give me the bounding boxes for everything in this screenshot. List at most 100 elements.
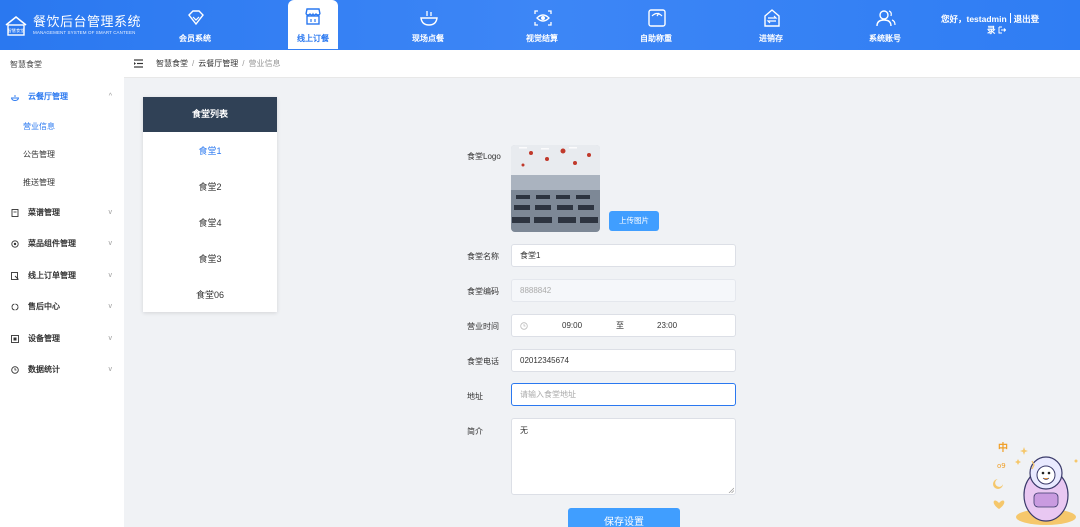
sidebar-item-label: 云餐厅管理 [28, 92, 68, 101]
logout-icon[interactable] [998, 26, 1007, 34]
diamond-icon [188, 10, 204, 26]
sidebar-item-label: 线上订单管理 [28, 271, 76, 280]
code-label: 食堂编码 [467, 287, 499, 296]
address-placeholder: 请输入食堂地址 [520, 390, 576, 399]
logo-text: 智慧食堂 [8, 27, 25, 34]
restaurant-icon [11, 95, 19, 101]
resize-handle-icon[interactable] [728, 487, 734, 493]
chevron-down-icon: v [108, 303, 113, 310]
canteen-logo-icon: 智慧食堂 [4, 14, 28, 38]
chevron-down-icon: v [108, 272, 113, 279]
eye-scan-icon [534, 10, 552, 26]
nav-label: 视觉结算 [526, 34, 558, 43]
name-label: 食堂名称 [467, 252, 499, 261]
breadcrumb-item[interactable]: 云餐厅管理 [198, 59, 238, 68]
app-subtitle: MANAGEMENT SYSTEM OF SMART CANTEEN [33, 30, 136, 35]
nav-label: 现场点餐 [412, 34, 444, 43]
nav-visual-checkout[interactable]: 视觉结算 [487, 0, 597, 50]
sidebar-item-label: 菜谱管理 [28, 208, 60, 217]
canteen-list-item[interactable]: 食堂06 [143, 287, 277, 303]
clock-icon [11, 366, 19, 374]
sidebar-item-cloud-restaurant[interactable]: 云餐厅管理 ^ [0, 87, 124, 107]
users-icon [876, 10, 896, 27]
chevron-down-icon: v [108, 209, 113, 216]
nav-member-system[interactable]: 会员系统 [140, 0, 250, 50]
nav-self-weighing[interactable]: 自助称重 [601, 0, 711, 50]
user-greeting: 您好，testadmin [941, 14, 1007, 24]
sidebar-item-recipes[interactable]: 菜谱管理 v [0, 203, 124, 223]
canteen-list: 食堂列表 食堂1 食堂2 食堂4 食堂3 食堂06 [143, 97, 277, 312]
sidebar-sub-push[interactable]: 推送管理 [23, 175, 55, 191]
sidebar-item-after-sales[interactable]: 售后中心 v [0, 297, 124, 317]
sidebar-item-devices[interactable]: 设备管理 v [0, 329, 124, 349]
astronaut-mascot-icon: 中 o9 [993, 441, 1078, 525]
sidebar-item-statistics[interactable]: 数据统计 v [0, 360, 124, 380]
chevron-down-icon: v [108, 240, 113, 247]
breadcrumb-item[interactable]: 智慧食堂 [156, 59, 188, 68]
sidebar-item-online-orders[interactable]: 线上订单管理 v [0, 266, 124, 286]
sidebar-sub-business-info[interactable]: 营业信息 [23, 119, 55, 135]
address-label: 地址 [467, 392, 483, 401]
hours-label: 营业时间 [467, 322, 499, 331]
breadcrumb-separator: / [242, 59, 245, 68]
hours-start[interactable]: 09:00 [562, 315, 582, 336]
nav-label: 线上订餐 [297, 34, 329, 43]
intro-label: 简介 [467, 427, 483, 436]
top-nav: 会员系统 线上订餐 现场点餐 视觉结算 自助称重 进销存 系统账号 [140, 0, 940, 50]
chevron-down-icon: v [108, 335, 113, 342]
breadcrumb: 智慧食堂 / 云餐厅管理 / 营业信息 [156, 50, 280, 78]
logo-label: 食堂Logo [467, 152, 501, 161]
nav-online-ordering[interactable]: 线上订餐 [288, 0, 338, 49]
save-settings-button[interactable]: 保存设置 [568, 508, 680, 527]
chevron-down-icon: v [108, 366, 113, 373]
logout-link[interactable]: 退出登 [1014, 14, 1040, 24]
sidebar-header: 智慧食堂 [10, 60, 42, 69]
sidebar-item-label: 设备管理 [28, 334, 60, 343]
breadcrumb-separator: / [192, 59, 195, 68]
breadcrumb-current: 营业信息 [248, 59, 281, 68]
hours-end[interactable]: 23:00 [657, 315, 677, 336]
sidebar-item-dish-components[interactable]: 菜品组件管理 v [0, 234, 124, 254]
canteen-phone-input[interactable]: 02012345674 [511, 349, 736, 372]
app-title: 餐饮后台管理系统 [33, 14, 142, 29]
nav-system-accounts[interactable]: 系统账号 [830, 0, 940, 50]
scale-icon [648, 9, 666, 27]
canteen-logo-image[interactable] [511, 145, 600, 232]
canteen-list-item[interactable]: 食堂4 [143, 215, 277, 231]
menu-fold-icon[interactable] [134, 59, 143, 68]
canteen-list-item[interactable]: 食堂3 [143, 251, 277, 267]
hours-separator: 至 [616, 321, 624, 330]
divider [1009, 13, 1011, 23]
canteen-list-item[interactable]: 食堂1 [143, 143, 277, 159]
order-icon [11, 272, 19, 280]
canteen-list-item[interactable]: 食堂2 [143, 179, 277, 195]
chevron-up-icon: ^ [108, 93, 112, 100]
nav-label: 自助称重 [640, 34, 672, 43]
breadcrumb-bar: 智慧食堂 / 云餐厅管理 / 营业信息 [124, 50, 1080, 78]
sidebar-item-label: 售后中心 [28, 302, 60, 311]
logout-link-cont[interactable]: 录 [987, 25, 996, 35]
canteen-name-input[interactable]: 食堂1 [511, 244, 736, 267]
inventory-exchange-icon [764, 9, 780, 27]
top-bar: 智慧食堂 餐饮后台管理系统 MANAGEMENT SYSTEM OF SMART… [0, 0, 1080, 50]
device-icon [11, 335, 19, 343]
nav-label: 会员系统 [179, 34, 211, 43]
sidebar: 智慧食堂 云餐厅管理 ^ 营业信息 公告管理 推送管理 菜谱管理 v 菜品组件管… [0, 50, 124, 527]
nav-onsite-ordering[interactable]: 现场点餐 [373, 0, 483, 50]
dining-bowl-icon [420, 11, 438, 26]
nav-inventory[interactable]: 进销存 [716, 0, 826, 50]
address-input[interactable]: 请输入食堂地址 [511, 383, 736, 406]
intro-textarea[interactable]: 无 [511, 418, 736, 495]
phone-label: 食堂电话 [467, 357, 499, 366]
storefront-icon [305, 8, 321, 25]
book-icon [11, 209, 19, 217]
business-hours-picker[interactable]: 09:00 至 23:00 [511, 314, 736, 337]
upload-image-button[interactable]: 上传图片 [609, 211, 659, 231]
clock-icon [520, 322, 528, 330]
brand[interactable]: 智慧食堂 餐饮后台管理系统 MANAGEMENT SYSTEM OF SMART… [4, 12, 141, 40]
component-icon [11, 240, 19, 248]
refresh-icon [11, 303, 19, 311]
canteen-list-title: 食堂列表 [143, 97, 277, 132]
sidebar-sub-announcements[interactable]: 公告管理 [23, 147, 55, 163]
nav-label: 系统账号 [869, 34, 901, 43]
